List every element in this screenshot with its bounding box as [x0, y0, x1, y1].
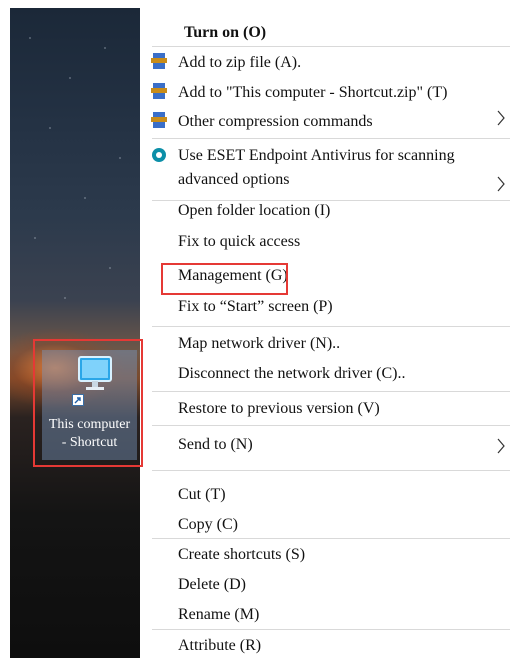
- menu-item-cut[interactable]: Cut (T): [178, 485, 226, 505]
- menu-item-restore-previous-version[interactable]: Restore to previous version (V): [178, 399, 380, 419]
- winrar-archive-icon: [151, 112, 167, 128]
- menu-separator: [152, 425, 510, 426]
- menu-item-map-network-driver[interactable]: Map network driver (N)..: [178, 334, 340, 354]
- menu-separator: [152, 391, 510, 392]
- eset-icon: [152, 148, 166, 162]
- menu-item-eset-scan[interactable]: Use ESET Endpoint Antivirus for scanning…: [178, 144, 455, 192]
- menu-separator: [152, 470, 510, 471]
- menu-separator: [152, 138, 510, 139]
- context-menu: Turn on (O) Add to zip file (A). Add to …: [148, 14, 516, 658]
- menu-item-turn-on[interactable]: Turn on (O): [184, 23, 266, 43]
- menu-separator: [152, 326, 510, 327]
- menu-item-attribute[interactable]: Attribute (R): [178, 636, 261, 656]
- menu-item-add-to-named-zip[interactable]: Add to "This computer - Shortcut.zip" (T…: [178, 83, 447, 103]
- starry-sky-wallpaper: [10, 8, 140, 658]
- menu-item-send-to[interactable]: Send to (N): [178, 435, 253, 455]
- menu-item-open-folder-location[interactable]: Open folder location (I): [178, 201, 330, 221]
- chevron-right-icon: [497, 110, 505, 126]
- winrar-archive-icon: [151, 83, 167, 99]
- menu-item-create-shortcuts[interactable]: Create shortcuts (S): [178, 545, 305, 565]
- chevron-right-icon: [497, 438, 505, 454]
- menu-item-delete[interactable]: Delete (D): [178, 575, 246, 595]
- menu-separator: [152, 538, 510, 539]
- chevron-right-icon: [497, 176, 505, 192]
- menu-item-rename[interactable]: Rename (M): [178, 605, 259, 625]
- management-highlight-box: [161, 263, 288, 295]
- desktop-background: [10, 8, 140, 658]
- menu-item-copy[interactable]: Copy (C): [178, 515, 238, 535]
- menu-separator: [152, 629, 510, 630]
- menu-separator: [152, 46, 510, 47]
- menu-item-fix-quick-access[interactable]: Fix to quick access: [178, 232, 300, 252]
- winrar-archive-icon: [151, 53, 167, 69]
- icon-highlight-box: [33, 339, 143, 467]
- menu-item-fix-start-screen[interactable]: Fix to “Start” screen (P): [178, 297, 333, 317]
- menu-item-disconnect-network-driver[interactable]: Disconnect the network driver (C)..: [178, 364, 405, 384]
- menu-item-add-to-zip[interactable]: Add to zip file (A).: [178, 53, 301, 73]
- menu-item-other-compression[interactable]: Other compression commands: [178, 112, 373, 132]
